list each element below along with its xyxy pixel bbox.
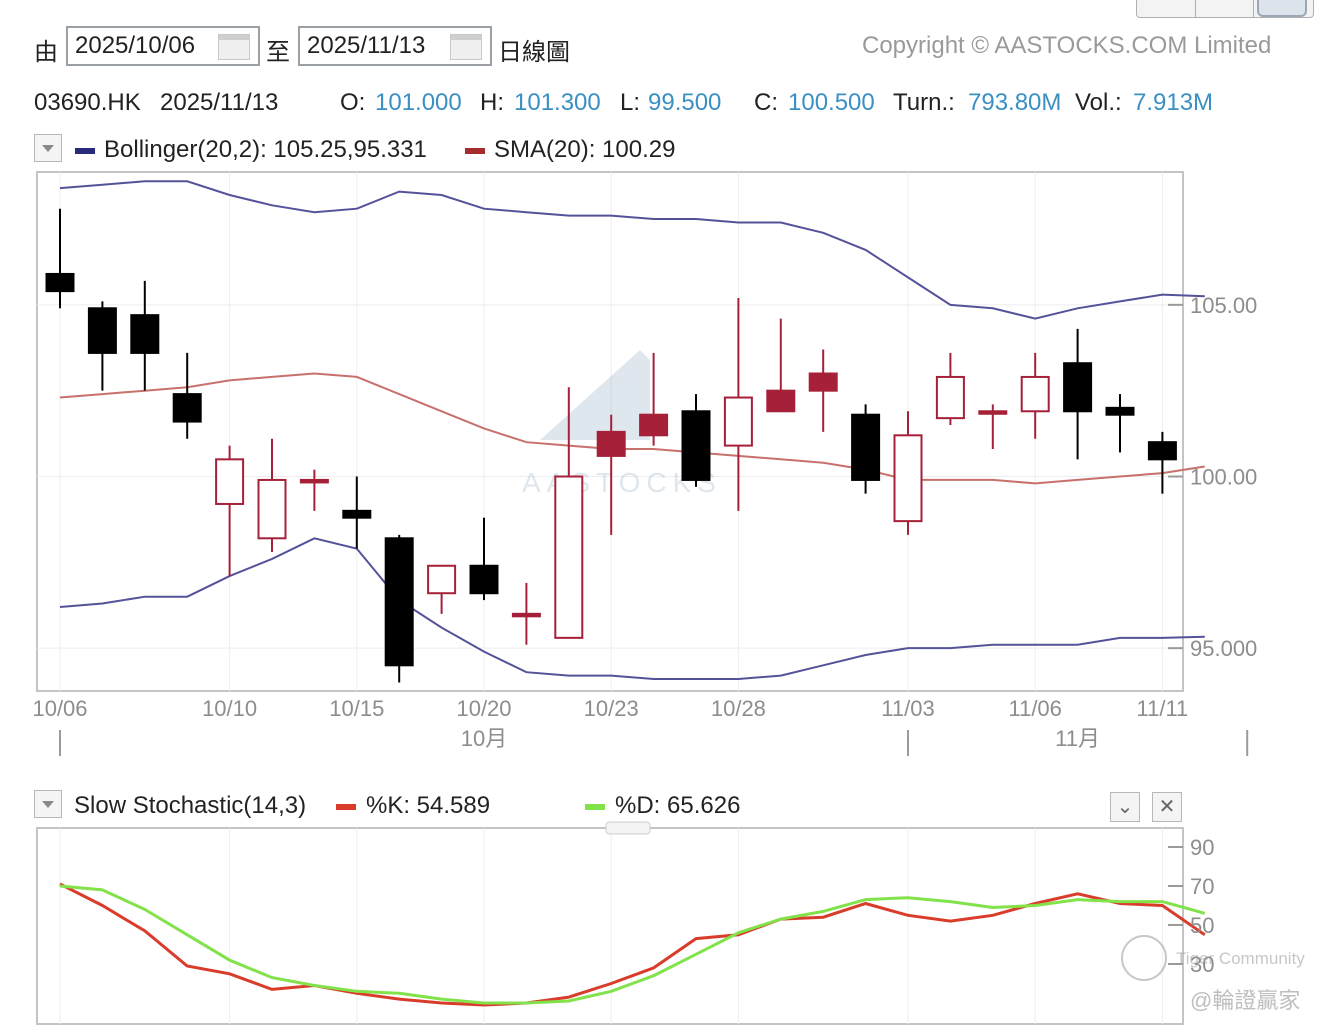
candle-body [723,396,753,447]
stoch-tick-label: 50 [1190,913,1214,938]
chart-canvas: AASTOCKS 95.000100.00105.00 10/06 10/10 10… [32,171,1305,1025]
candle-body [511,612,541,618]
x-axis: 10/06 10/10 10/15 10/20 10/23 10/28 11/03 11/06… [32,696,1249,756]
candle-body [851,413,881,481]
candle-body [384,537,414,667]
candle-body [1020,375,1050,413]
candle-body [596,430,626,457]
x-tick-label: 10/28 [711,696,766,721]
x-tick-label: 10/10 [202,696,257,721]
stoch-resize-handle[interactable] [605,821,651,835]
x-tick-label: 11/03 [881,696,934,721]
candle-body [45,272,75,293]
candle-body [639,413,669,437]
candle-body [766,389,796,413]
y-tick-label: 95.000 [1190,636,1257,661]
candle-body [1105,406,1135,416]
stoch-tick-label: 90 [1190,835,1214,860]
month-label: 11月 [1055,726,1100,751]
community-text: Tiger Community [1176,949,1305,968]
candle-body [172,393,202,423]
stoch-tick-label: 70 [1190,874,1214,899]
stoch-plot-area [36,827,1184,1025]
x-tick-label: 10/06 [32,696,87,721]
candle-body [342,509,372,519]
x-tick-label: 11/11 [1137,696,1189,721]
candle-body [257,478,287,540]
x-tick-label: 10/20 [456,696,511,721]
candle-body [427,564,457,595]
candle-body [681,410,711,481]
candle-body [1063,362,1093,413]
candle-body [893,434,923,523]
handle-text: @輪證贏家 [1190,988,1300,1013]
y-tick-label: 100.00 [1190,465,1257,490]
candle-body [978,410,1008,415]
candle-body [87,307,117,354]
candle-body [808,372,838,392]
x-tick-label: 11/06 [1008,696,1061,721]
x-tick-label: 10/23 [584,696,639,721]
candle-body [554,475,584,639]
candle-body [130,314,160,354]
candle-body [215,458,245,505]
candle-body [1147,441,1177,461]
candle-body [469,564,499,595]
candle-body [935,375,965,420]
y-tick-label: 105.00 [1190,293,1257,318]
x-tick-label: 10/15 [329,696,384,721]
month-label: 10月 [461,726,507,751]
candle-body [299,478,329,484]
